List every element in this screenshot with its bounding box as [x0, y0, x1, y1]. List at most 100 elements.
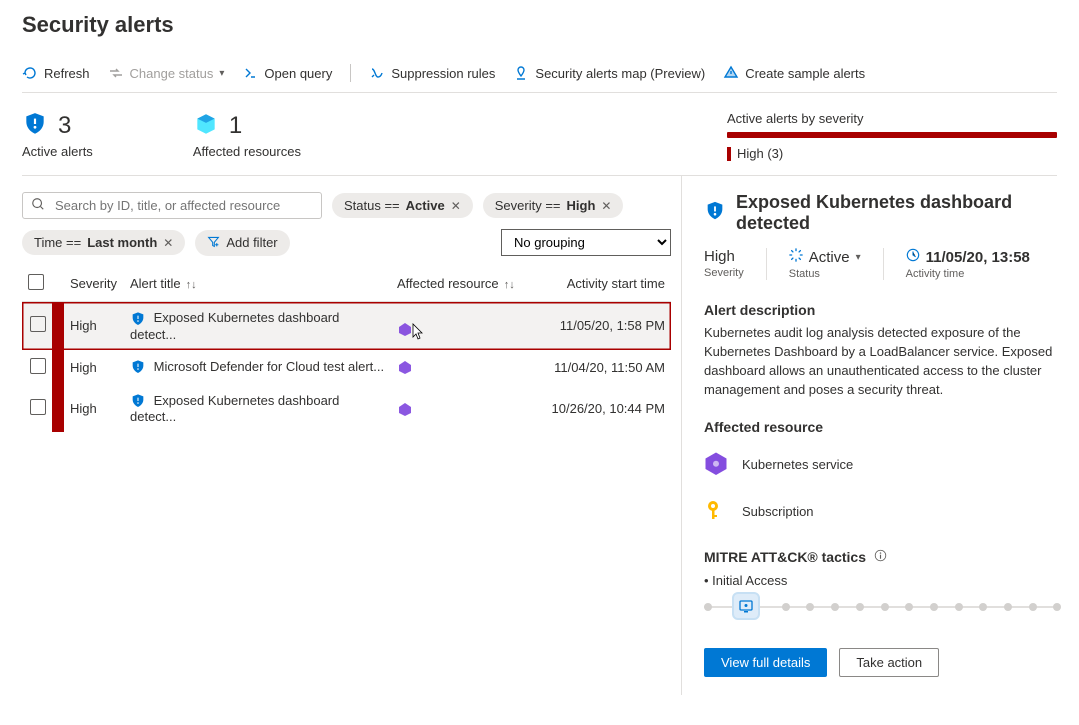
detail-status[interactable]: Active ▾ Status — [789, 248, 884, 280]
col-severity[interactable]: Severity — [64, 266, 124, 302]
suppression-rules-button[interactable]: Suppression rules — [369, 65, 495, 81]
mitre-track — [704, 606, 1057, 608]
active-alerts-label: Active alerts — [22, 144, 93, 159]
toolbar-separator — [350, 64, 351, 82]
view-full-details-button[interactable]: View full details — [704, 648, 827, 677]
alert-description: Kubernetes audit log analysis detected e… — [704, 324, 1057, 399]
cell-title: Exposed Kubernetes dashboard detect... — [124, 385, 391, 433]
affected-resource-subscription[interactable]: Subscription — [704, 498, 1057, 525]
cube-icon — [193, 111, 219, 140]
row-checkbox[interactable] — [30, 358, 46, 374]
affected-resources-label: Affected resources — [193, 144, 301, 159]
cell-title: Microsoft Defender for Cloud test alert.… — [124, 350, 391, 385]
severity-indicator — [52, 302, 64, 350]
close-icon[interactable]: ✕ — [601, 199, 611, 213]
cell-time: 10/26/20, 10:44 PM — [541, 385, 671, 433]
filter-severity[interactable]: Severity == High ✕ — [483, 193, 624, 218]
cell-severity: High — [64, 350, 124, 385]
affected-resources-stat: 1 Affected resources — [193, 111, 301, 159]
security-alerts-map-button[interactable]: Security alerts map (Preview) — [513, 65, 705, 81]
cell-time: 11/04/20, 11:50 AM — [541, 350, 671, 385]
info-icon[interactable] — [874, 549, 887, 565]
alerts-table: Severity Alert title ↑↓ Affected resourc… — [22, 266, 671, 432]
shield-icon — [130, 359, 146, 375]
refresh-button[interactable]: Refresh — [22, 65, 90, 81]
col-affected-resource[interactable]: Affected resource ↑↓ — [391, 266, 541, 302]
cell-resource — [391, 302, 541, 350]
filter-severity-value: High — [567, 198, 596, 213]
active-alerts-count: 3 — [58, 112, 71, 140]
detail-activity-time: 11/05/20, 13:58 Activity time — [906, 248, 1030, 280]
row-checkbox[interactable] — [30, 316, 46, 332]
shield-alert-icon — [22, 111, 48, 140]
refresh-icon — [22, 65, 38, 81]
search-icon — [31, 197, 45, 214]
filter-time[interactable]: Time == Last month ✕ — [22, 230, 185, 255]
shield-icon — [704, 200, 726, 227]
sample-alerts-icon — [723, 65, 739, 81]
affected-resource-kubernetes[interactable]: Kubernetes service — [704, 451, 1057, 478]
severity-panel-title: Active alerts by severity — [727, 111, 1057, 126]
search-field[interactable] — [53, 197, 313, 214]
stats-row: 3 Active alerts 1 Affected resources Act… — [22, 93, 1057, 176]
affected-resources-count: 1 — [229, 112, 242, 140]
resource-label: Kubernetes service — [742, 457, 853, 472]
search-input[interactable] — [22, 192, 322, 219]
col-activity-start[interactable]: Activity start time — [541, 266, 671, 302]
open-query-button[interactable]: Open query — [242, 65, 332, 81]
close-icon[interactable]: ✕ — [451, 199, 461, 213]
map-label: Security alerts map (Preview) — [535, 66, 705, 81]
sort-icon: ↑↓ — [183, 279, 197, 291]
cell-severity: High — [64, 385, 124, 433]
change-status-label: Change status — [130, 66, 214, 81]
alerts-list-panel: Status == Active ✕ Severity == High ✕ Ti… — [22, 176, 682, 695]
map-icon — [513, 65, 529, 81]
table-row[interactable]: High Microsoft Defender for Cloud test a… — [22, 350, 671, 385]
mitre-tactic: • Initial Access — [704, 573, 1057, 588]
cell-severity: High — [64, 302, 124, 350]
sample-alerts-label: Create sample alerts — [745, 66, 865, 81]
filter-status-value: Active — [406, 198, 445, 213]
status-active-icon — [789, 248, 803, 266]
kubernetes-icon — [397, 401, 413, 417]
shield-icon — [130, 393, 146, 409]
cell-time: 11/05/20, 1:58 PM — [541, 302, 671, 350]
affected-resource-head: Affected resource — [704, 419, 1057, 435]
add-filter-label: Add filter — [226, 235, 277, 250]
create-sample-alerts-button[interactable]: Create sample alerts — [723, 65, 865, 81]
take-action-button[interactable]: Take action — [839, 648, 939, 677]
severity-chip-high — [727, 147, 731, 161]
table-row[interactable]: High Exposed Kubernetes dashboard detect… — [22, 302, 671, 350]
detail-title: Exposed Kubernetes dashboard detected — [736, 192, 1057, 234]
refresh-label: Refresh — [44, 66, 90, 81]
grouping-select[interactable]: No grouping — [501, 229, 671, 256]
col-alert-title[interactable]: Alert title ↑↓ — [124, 266, 391, 302]
alert-detail-panel: Exposed Kubernetes dashboard detected Hi… — [682, 176, 1057, 695]
mitre-head: MITRE ATT&CK® tactics — [704, 549, 866, 565]
clock-icon — [906, 248, 920, 266]
filter-add-icon — [207, 235, 220, 251]
open-query-label: Open query — [264, 66, 332, 81]
command-bar: Refresh Change status ▾ Open query Suppr… — [22, 58, 1057, 93]
filter-status[interactable]: Status == Active ✕ — [332, 193, 473, 218]
table-row[interactable]: High Exposed Kubernetes dashboard detect… — [22, 385, 671, 433]
open-query-icon — [242, 65, 258, 81]
filter-severity-label: Severity == — [495, 198, 561, 213]
active-alerts-stat: 3 Active alerts — [22, 111, 93, 159]
initial-access-icon — [732, 592, 760, 620]
chevron-down-icon[interactable]: ▾ — [856, 252, 861, 263]
add-filter-button[interactable]: Add filter — [195, 230, 289, 256]
grouping-dropdown[interactable]: No grouping — [501, 229, 671, 256]
alert-description-head: Alert description — [704, 302, 1057, 318]
select-all-checkbox[interactable] — [28, 274, 44, 290]
page-title: Security alerts — [22, 12, 1057, 38]
row-checkbox[interactable] — [30, 399, 46, 415]
close-icon[interactable]: ✕ — [163, 236, 173, 250]
suppression-icon — [369, 65, 385, 81]
filter-time-value: Last month — [87, 235, 157, 250]
severity-indicator — [52, 350, 64, 385]
severity-bar — [727, 132, 1057, 138]
severity-panel: Active alerts by severity High (3) — [727, 111, 1057, 161]
filter-status-label: Status == — [344, 198, 400, 213]
key-icon — [704, 498, 728, 525]
